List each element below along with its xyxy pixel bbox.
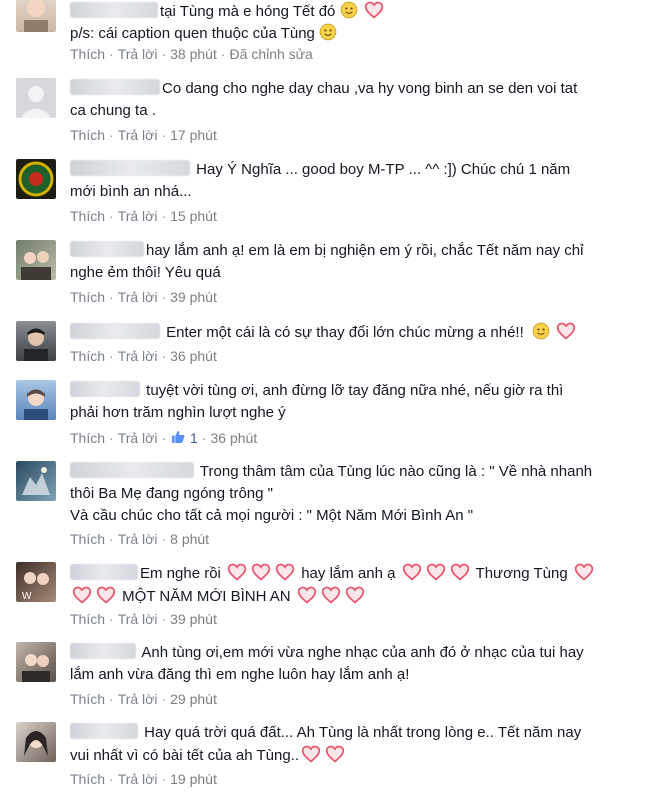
timestamp[interactable]: 29 phút <box>170 691 217 707</box>
comment-text-line: vui nhất vì có bài tết của ah Tùng.. <box>70 744 642 767</box>
comment-text-line: ca chung ta . <box>70 102 156 119</box>
timestamp[interactable]: 15 phút <box>170 208 217 224</box>
heart-icon <box>96 585 116 605</box>
reply-link[interactable]: Trả lời <box>118 531 158 547</box>
avatar[interactable] <box>16 321 56 361</box>
avatar[interactable] <box>16 722 56 762</box>
like-link[interactable]: Thích <box>70 46 105 62</box>
timestamp[interactable]: 8 phút <box>170 531 209 547</box>
svg-text:W: W <box>22 591 32 602</box>
comment-text: Trong thâm tâm của Tùng lúc nào cũng là … <box>199 463 593 480</box>
blurred-name <box>70 241 144 257</box>
comment-text: Co dang cho nghe day chau ,va hy vong bi… <box>162 80 578 97</box>
timestamp[interactable]: 36 phút <box>211 430 258 446</box>
heart-icon <box>364 0 384 20</box>
comment-text-line: thôi Ba Mẹ đang ngóng trông " <box>70 485 273 502</box>
like-link[interactable]: Thích <box>70 531 105 547</box>
avatar[interactable] <box>16 159 56 199</box>
like-link[interactable]: Thích <box>70 430 105 446</box>
like-count[interactable]: 1 <box>190 430 198 446</box>
comment-text-line: nghe ẻm thôi! Yêu quá <box>70 264 221 281</box>
reply-link[interactable]: Trả lời <box>118 611 158 627</box>
like-link[interactable]: Thích <box>70 691 105 707</box>
blurred-name <box>70 462 194 478</box>
heart-icon <box>345 585 365 605</box>
reply-link[interactable]: Trả lời <box>118 46 158 62</box>
comment-text-line: lắm anh vừa đăng thì em nghe luôn hay lắ… <box>70 666 410 683</box>
heart-icon <box>325 744 345 764</box>
timestamp[interactable]: 19 phút <box>170 771 217 787</box>
like-link[interactable]: Thích <box>70 611 105 627</box>
blurred-name <box>70 79 160 95</box>
heart-icon <box>556 321 576 341</box>
reply-link[interactable]: Trả lời <box>118 289 158 305</box>
blurred-name <box>70 381 140 397</box>
heart-icon <box>251 562 271 582</box>
timestamp[interactable]: 36 phút <box>170 348 217 364</box>
smile-icon <box>319 23 337 41</box>
smile-icon <box>532 322 550 340</box>
comment-text-line: p/s: cái caption quen thuộc của Tùng <box>70 25 315 42</box>
comment-text: Em nghe rồi hay lắm anh ạ Thương Tùng <box>70 562 642 585</box>
blurred-name <box>70 160 190 176</box>
comment-text: tuyệt vời tùng ơi, anh đừng lỡ tay đăng … <box>146 382 564 399</box>
comment-text-line: mới bình an nhá... <box>70 183 192 200</box>
avatar[interactable] <box>16 0 56 32</box>
comment-text-line: phải hơn trăm nghìn lượt nghe ý <box>70 404 286 421</box>
heart-icon <box>301 744 321 764</box>
comment-text-line: Và cầu chúc cho tất cả mọi người : " Một… <box>70 507 474 524</box>
like-link[interactable]: Thích <box>70 771 105 787</box>
comment-text-line: MỘT NĂM MỚI BÌNH AN <box>70 585 642 608</box>
avatar[interactable] <box>16 78 56 118</box>
comment-text: Enter một cái là có sự thay đổi lớn chúc… <box>166 324 524 341</box>
comment-text: tại Tùng mà e hóng Tết đó <box>70 0 642 23</box>
reply-link[interactable]: Trả lời <box>118 348 158 364</box>
comment-text: hay lắm anh ạ! em là em bị nghiện em ý r… <box>146 242 584 259</box>
edited-label: Đã chỉnh sửa <box>229 46 313 62</box>
comment-item: tại Tùng mà e hóng Tết đó p/s: cái capti… <box>0 0 660 72</box>
heart-icon <box>450 562 470 582</box>
blurred-name <box>70 643 136 659</box>
avatar[interactable] <box>16 642 56 682</box>
like-link[interactable]: Thích <box>70 289 105 305</box>
like-link[interactable]: Thích <box>70 127 105 143</box>
timestamp[interactable]: 38 phút <box>170 46 217 62</box>
heart-icon <box>574 562 594 582</box>
comment-text: Hay quá trời quá đất... Ah Tùng là nhất … <box>144 724 582 741</box>
heart-icon <box>426 562 446 582</box>
reply-link[interactable]: Trả lời <box>118 127 158 143</box>
thumbs-up-icon <box>170 429 186 445</box>
comment-text: Anh tùng ơi,em mới vừa nghe nhạc của anh… <box>141 644 584 661</box>
reply-link[interactable]: Trả lời <box>118 771 158 787</box>
comment-text: Hay Ý Nghĩa ... good boy M-TP ... ^^ :])… <box>196 161 571 178</box>
avatar[interactable]: W <box>16 562 56 602</box>
blurred-name <box>70 723 138 739</box>
like-link[interactable]: Thích <box>70 208 105 224</box>
timestamp[interactable]: 39 phút <box>170 289 217 305</box>
heart-icon <box>72 585 92 605</box>
timestamp[interactable]: 17 phút <box>170 127 217 143</box>
reply-link[interactable]: Trả lời <box>118 691 158 707</box>
smile-icon <box>340 1 358 19</box>
like-link[interactable]: Thích <box>70 348 105 364</box>
reply-link[interactable]: Trả lời <box>118 208 158 224</box>
heart-icon <box>297 585 317 605</box>
avatar[interactable] <box>16 461 56 501</box>
heart-icon <box>275 562 295 582</box>
heart-icon <box>321 585 341 605</box>
blurred-name <box>70 323 160 339</box>
avatar[interactable] <box>16 240 56 280</box>
heart-icon <box>402 562 422 582</box>
timestamp[interactable]: 39 phút <box>170 611 217 627</box>
reply-link[interactable]: Trả lời <box>118 430 158 446</box>
blurred-name <box>70 564 138 580</box>
heart-icon <box>227 562 247 582</box>
avatar[interactable] <box>16 380 56 420</box>
blurred-name <box>70 2 158 18</box>
